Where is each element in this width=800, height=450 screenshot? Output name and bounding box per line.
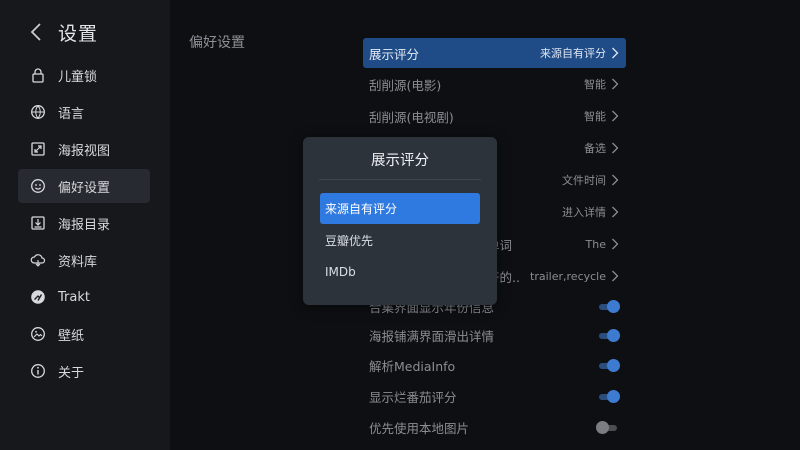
setting-label: 解析MediaInfo (369, 359, 456, 374)
poster-view-icon (30, 141, 46, 157)
toggle-switch[interactable] (596, 420, 619, 434)
sidebar-list: 儿童锁 语言 海报视图 偏好设置 海报目录 资料库 Trakt 壁纸 关于 (18, 58, 150, 391)
toggle-switch[interactable] (597, 358, 620, 372)
cloud-library-icon (30, 252, 46, 268)
setting-value: 文件时间 (562, 174, 606, 187)
globe-icon (30, 104, 46, 120)
setting-label: 显示烂番茄评分 (369, 390, 457, 405)
setting-value: 来源自有评分 (540, 47, 606, 60)
chevron-right-icon (611, 142, 619, 154)
setting-row-rating-source[interactable]: 展示评分 来源自有评分 (363, 38, 626, 68)
setting-value: trailer,recycle (530, 269, 606, 283)
sidebar-item-label: 海报目录 (58, 217, 111, 233)
sidebar-item-label: 海报视图 (58, 143, 111, 159)
setting-value: 进入详情 (562, 206, 606, 219)
sidebar-item-label: 关于 (58, 365, 85, 381)
sidebar-item-label: 资料库 (58, 254, 98, 270)
sidebar-item-label: Trakt (58, 289, 90, 305)
sidebar-item-preferences[interactable]: 偏好设置 (18, 169, 150, 203)
dialog-title: 展示评分 (371, 153, 429, 169)
sidebar-item-trakt[interactable]: Trakt (18, 280, 150, 314)
sidebar-item-label: 儿童锁 (58, 69, 98, 85)
dialog-option-own-rating[interactable]: 来源自有评分 (320, 193, 480, 224)
chevron-right-icon (611, 206, 619, 218)
sidebar-item-label: 壁纸 (58, 328, 85, 344)
sidebar-item-about[interactable]: 关于 (18, 354, 150, 388)
setting-value: The (585, 237, 606, 251)
setting-label: 刮削源(电视剧) (369, 109, 454, 125)
sidebar: 设置 儿童锁 语言 海报视图 偏好设置 海报目录 资料库 Trakt 壁纸 关于 (0, 0, 170, 450)
sidebar-item-wallpaper[interactable]: 壁纸 (18, 317, 150, 351)
sidebar-item-label: 偏好设置 (58, 180, 111, 196)
dialog-divider (319, 179, 481, 180)
sidebar-item-poster-directory[interactable]: 海报目录 (18, 206, 150, 240)
setting-value: 智能 (584, 78, 606, 91)
page-title: 设置 (58, 22, 99, 45)
setting-label: 优先使用本地图片 (369, 421, 470, 436)
setting-label: 刮削源(电影) (369, 77, 442, 93)
toggle-switch[interactable] (597, 299, 620, 313)
smiley-icon (30, 178, 46, 194)
chevron-right-icon (611, 238, 619, 250)
setting-row-rotten-tomatoes[interactable]: 显示烂番茄评分 (363, 381, 626, 412)
setting-label: 海报铺满界面滑出详情 (369, 329, 495, 344)
setting-row-mediainfo[interactable]: 解析MediaInfo (363, 350, 626, 381)
trakt-icon (30, 289, 46, 305)
sidebar-item-library[interactable]: 资料库 (18, 243, 150, 277)
toggle-switch[interactable] (597, 389, 620, 403)
sidebar-header: 设置 (30, 18, 98, 46)
section-title: 偏好设置 (189, 35, 245, 51)
sidebar-item-child-lock[interactable]: 儿童锁 (18, 58, 150, 92)
sidebar-item-label: 语言 (58, 106, 85, 122)
lock-icon (30, 67, 46, 83)
download-folder-icon (30, 215, 46, 231)
info-icon (30, 363, 46, 379)
setting-row-scraper-movie[interactable]: 刮削源(电影) 智能 (363, 68, 626, 100)
dialog-option-imdb[interactable]: IMDb (320, 256, 480, 287)
sidebar-item-poster-view[interactable]: 海报视图 (18, 132, 150, 166)
setting-value: 备选 (584, 142, 606, 155)
setting-row-local-images[interactable]: 优先使用本地图片 (363, 412, 626, 443)
chevron-right-icon (611, 78, 619, 90)
chevron-right-icon (611, 110, 619, 122)
back-arrow-icon[interactable] (30, 22, 48, 42)
sidebar-item-language[interactable]: 语言 (18, 95, 150, 129)
dialog-option-douban[interactable]: 豆瓣优先 (320, 225, 480, 256)
chevron-right-icon (611, 47, 619, 59)
chevron-right-icon (611, 270, 619, 282)
rating-source-dialog: 展示评分 来源自有评分 豆瓣优先 IMDb (303, 137, 497, 305)
setting-label: 展示评分 (369, 46, 420, 62)
setting-row-scraper-tv[interactable]: 刮削源(电视剧) 智能 (363, 100, 626, 132)
image-icon (30, 326, 46, 342)
setting-row-poster-slide-details[interactable]: 海报铺满界面滑出详情 (363, 321, 626, 350)
setting-value: 智能 (584, 110, 606, 123)
toggle-switch[interactable] (597, 328, 620, 342)
chevron-right-icon (611, 174, 619, 186)
